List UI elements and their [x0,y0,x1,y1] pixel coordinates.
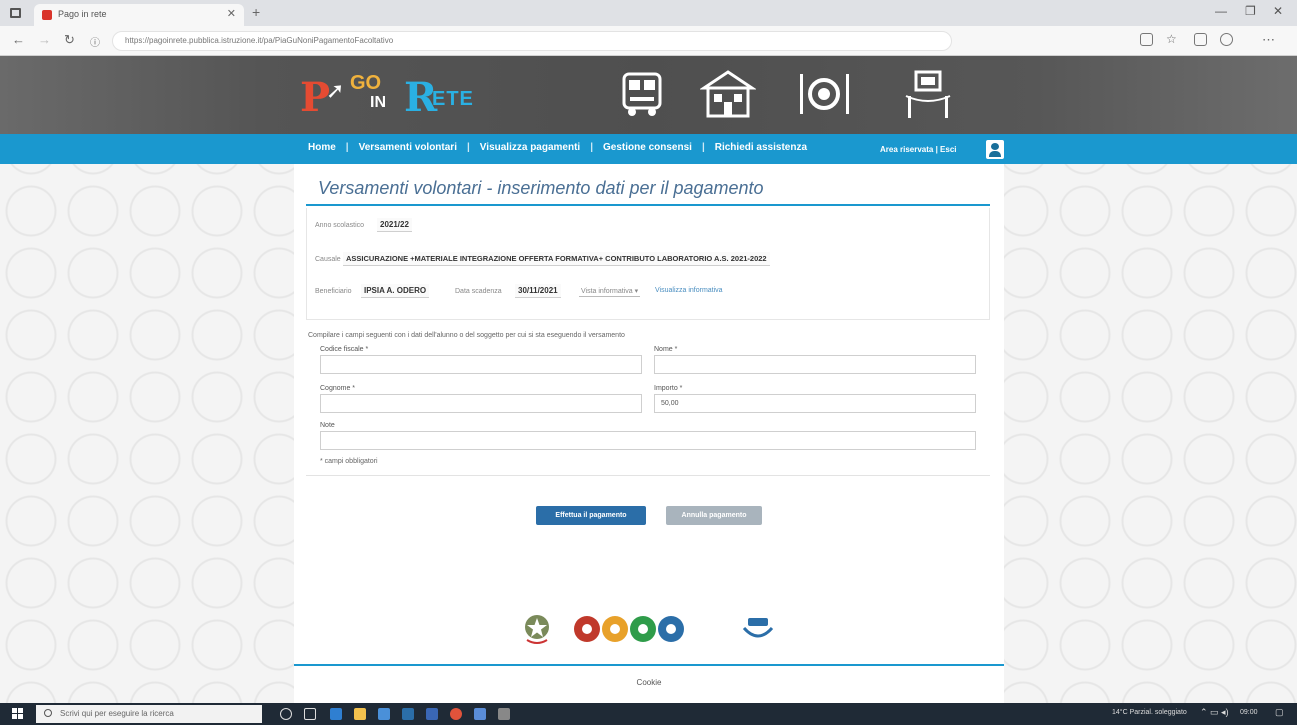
edge-app-icon[interactable] [330,708,342,720]
windows-start-icon[interactable] [12,708,23,719]
profile-icon[interactable] [1220,33,1233,46]
file-explorer-icon[interactable] [354,708,366,720]
page-title: Versamenti volontari - inserimento dati … [318,178,764,198]
area-riservata-link[interactable]: Area riservata | Esci [880,145,957,154]
miur-logo-icon [572,614,688,649]
scadenza-label: Data scadenza [455,288,502,295]
address-bar-row: ← → ↻ ⓘ https://pagoinrete.pubblica.istr… [0,26,1297,56]
school-icon [700,70,756,118]
scadenza-value: 30/11/2021 [515,284,561,298]
reader-icon[interactable] [1140,33,1153,46]
causale-value: ASSICURAZIONE +MATERIALE INTEGRAZIONE OF… [343,252,770,266]
anno-value: 2021/22 [377,218,412,232]
title-divider [306,204,990,206]
nav-visualizza-pagamenti[interactable]: Visualizza pagamenti [470,142,590,153]
photos-app-icon[interactable] [474,708,486,720]
note-label: Note [320,422,335,429]
tab-actions-icon[interactable] [10,8,21,18]
logo-arrow-icon: ➚ [326,78,345,103]
windows-taskbar: Scrivi qui per eseguire la ricerca 14°C … [0,703,1297,725]
url-input[interactable]: https://pagoinrete.pubblica.istruzione.i… [112,31,952,51]
cognome-input[interactable] [320,394,642,413]
browser-tab[interactable]: Pago in rete ✕ [34,4,244,26]
site-banner: P ➚ GO IN R ETE [0,56,1297,134]
nome-label: Nome * [654,346,678,353]
notifications-icon[interactable]: ▢ [1275,707,1284,718]
cancel-payment-button[interactable]: Annulla pagamento [666,506,762,525]
nav-versamenti-volontari[interactable]: Versamenti volontari [349,142,467,153]
importo-input[interactable]: 50,00 [654,394,976,413]
mail-app-icon[interactable] [402,708,414,720]
site-info-icon[interactable]: ⓘ [90,34,100,49]
word-app-icon[interactable] [426,708,438,720]
note-input[interactable] [320,431,976,450]
chevron-down-icon: ▾ [634,288,639,295]
minimize-icon[interactable]: — [1215,4,1227,18]
form-instructions: Compilare i campi seguenti con i dati de… [308,332,625,339]
favorites-star-icon[interactable]: ☆ [1166,32,1177,46]
informativa-link[interactable]: Visualizza informativa [655,287,723,294]
footer-divider [294,664,1004,666]
cortana-icon[interactable] [280,708,292,720]
browser-tab-bar: Pago in rete ✕ + — ❐ ✕ [0,0,1297,26]
cutlery-icon [794,70,854,118]
taskbar-search-placeholder: Scrivi qui per eseguire la ricerca [60,709,174,718]
tab-title: Pago in rete [58,9,107,19]
new-tab-icon[interactable]: + [252,4,260,20]
content-panel: Versamenti volontari - inserimento dati … [294,164,1004,703]
taskbar-search-input[interactable]: Scrivi qui per eseguire la ricerca [36,705,262,723]
beneficiario-value: IPSIA A. ODERO [361,284,430,298]
informativa-select[interactable]: Vista informativa ▾ [579,286,641,297]
codice-fiscale-label: Codice fiscale * [320,346,369,353]
nome-input[interactable] [654,355,976,374]
payment-summary-box: Anno scolastico 2021/22 Causale ASSICURA… [306,208,990,320]
pagopa-logo-icon [740,614,776,649]
republic-emblem-icon [522,612,552,651]
cookie-link[interactable]: Cookie [294,678,1004,687]
user-avatar-icon[interactable] [986,140,1004,159]
chrome-app-icon[interactable] [450,708,462,720]
causale-label: Causale [315,256,341,263]
nav-richiedi-assistenza[interactable]: Richiedi assistenza [705,142,817,153]
back-icon[interactable]: ← [12,32,25,47]
tray-icons[interactable]: ⌃ ▭ ◂) [1200,707,1229,718]
page-background: P ➚ GO IN R ETE Home | Versamenti volont… [0,56,1297,703]
cognome-label: Cognome * [320,385,356,392]
codice-fiscale-input[interactable] [320,355,642,374]
pago-in-rete-logo[interactable]: P ➚ GO IN R ETE [300,68,510,122]
anno-label: Anno scolastico [315,222,365,229]
main-nav: Home | Versamenti volontari | Visualizza… [0,134,1297,164]
clock[interactable]: 09:00 [1240,709,1258,716]
bus-icon [620,70,664,118]
form-divider [306,475,990,476]
museum-visit-icon [900,70,956,120]
nav-gestione-consensi[interactable]: Gestione consensi [593,142,702,153]
required-fields-note: * campi obbligatori [320,458,378,465]
weather-widget[interactable]: 14°C Parzial. soleggiato [1112,709,1187,716]
tab-close-icon[interactable]: ✕ [227,7,236,20]
collections-icon[interactable] [1194,33,1207,46]
maximize-icon[interactable]: ❐ [1245,4,1256,18]
refresh-icon[interactable]: ↻ [64,32,75,48]
menu-dots-icon[interactable]: ⋯ [1262,32,1275,48]
footer-logos [294,604,1004,664]
nav-menu: Home | Versamenti volontari | Visualizza… [298,142,817,153]
url-text: https://pagoinrete.pubblica.istruzione.i… [125,36,394,45]
nav-home[interactable]: Home [298,142,346,153]
window-close-icon[interactable]: ✕ [1273,4,1283,18]
beneficiario-label: Beneficiario [315,288,352,295]
paint-app-icon[interactable] [498,708,510,720]
forward-icon[interactable]: → [38,32,51,47]
importo-label: Importo * [654,385,683,392]
search-icon [44,709,52,717]
task-view-icon[interactable] [304,708,316,720]
store-app-icon[interactable] [378,708,390,720]
pay-button[interactable]: Effettua il pagamento [536,506,646,525]
favicon-icon [42,10,52,20]
